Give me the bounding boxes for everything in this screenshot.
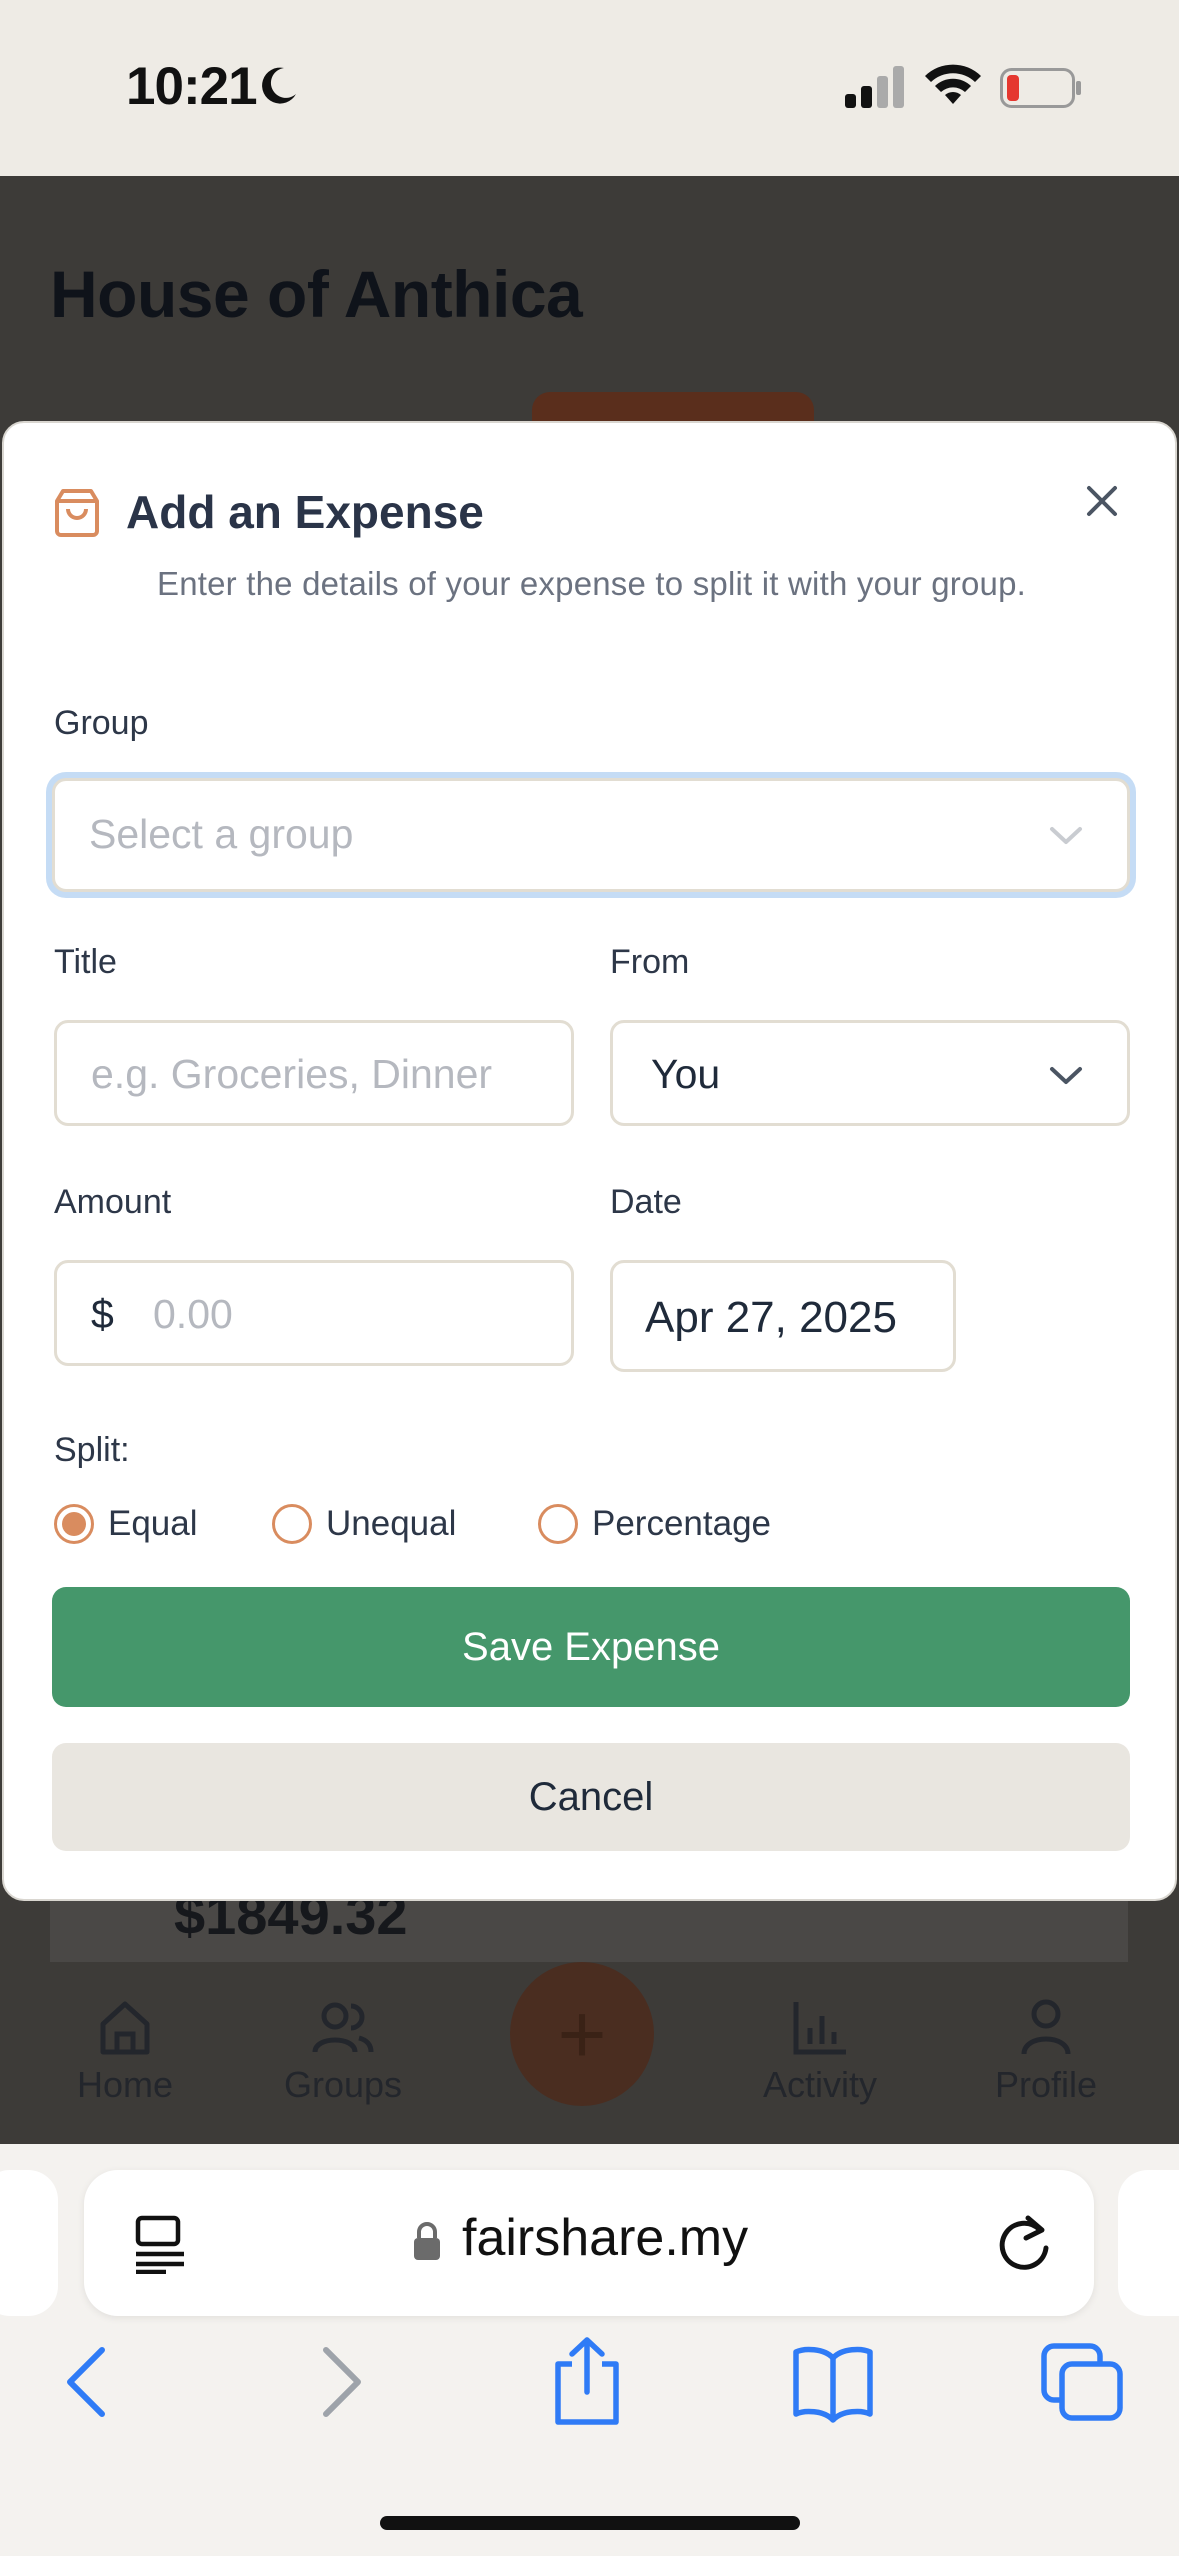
status-bar: 10:21 [0,0,1179,176]
split-option-unequal[interactable]: Unequal [272,1504,456,1544]
shopping-bag-icon [55,489,99,537]
nav-item-activity: Activity [752,1998,888,2106]
close-button[interactable] [1074,473,1130,529]
radio-selected-icon [54,1504,94,1544]
dialog-subtitle: Enter the details of your expense to spl… [156,565,1027,602]
wifi-icon [925,64,981,104]
battery-icon [1000,68,1081,108]
date-label: Date [610,1183,682,1221]
amount-label: Amount [54,1183,172,1221]
add-expense-dialog: Add an Expense Enter the details of your… [2,421,1177,1901]
users-icon [312,2002,374,2053]
user-icon [1021,1999,1071,2055]
forward-icon[interactable] [298,2340,384,2424]
title-input[interactable]: e.g. Groceries, Dinner [54,1020,574,1126]
nav-label-home: Home [76,2064,174,2105]
previous-tab[interactable] [0,2170,58,2316]
amount-input[interactable]: $ 0.00 [54,1260,574,1366]
bookmarks-icon[interactable] [790,2340,876,2424]
home-indicator [380,2516,800,2530]
currency-symbol: $ [91,1291,114,1337]
background-add-button: + [510,1962,654,2106]
split-option-equal[interactable]: Equal [54,1504,198,1544]
amount-input-placeholder: 0.00 [153,1291,233,1337]
split-option-unequal-label: Unequal [326,1504,457,1543]
dialog-title: Add an Expense [126,486,484,538]
date-input-value: Apr 27, 2025 [645,1293,897,1342]
background-page-title: House of Anthica [50,257,583,331]
from-label: From [610,943,690,981]
chevron-down-icon [1050,1067,1082,1084]
title-input-placeholder: e.g. Groceries, Dinner [91,1051,493,1097]
cellular-signal-icon [845,66,904,108]
title-label: Title [54,943,117,981]
bar-chart-icon [793,2002,846,2055]
nav-label-groups: Groups [283,2064,403,2105]
group-label: Group [54,704,149,742]
chevron-down-icon [1050,827,1082,844]
split-option-percentage-label: Percentage [592,1504,772,1543]
reader-mode-icon[interactable] [132,2214,188,2274]
nav-label-profile: Profile [994,2064,1098,2105]
from-select[interactable]: You [610,1020,1130,1126]
lock-icon [414,2222,440,2260]
group-select-placeholder: Select a group [89,811,354,857]
share-icon[interactable] [544,2334,630,2426]
url-text: fairshare.my [462,2209,749,2267]
split-label: Split: [54,1431,130,1469]
radio-unselected-icon [538,1504,578,1544]
status-time: 10:21 [126,57,258,116]
reload-icon[interactable] [994,2212,1054,2274]
back-icon[interactable] [44,2340,130,2424]
cancel-button[interactable]: Cancel [52,1743,1130,1851]
next-tab[interactable] [1118,2170,1179,2316]
nav-label-activity: Activity [762,2064,877,2105]
address-bar[interactable]: fairshare.my [84,2170,1094,2316]
nav-item-home: Home [64,1998,186,2106]
save-expense-button[interactable]: Save Expense [52,1587,1130,1707]
close-icon [1087,486,1117,516]
nav-item-groups: Groups [278,1998,408,2106]
date-input[interactable]: Apr 27, 2025 [610,1260,956,1372]
home-icon [100,2001,150,2055]
split-option-percentage[interactable]: Percentage [538,1504,771,1544]
background-bottom-nav: Home Groups + Activity Profile [0,1962,1179,2144]
split-option-equal-label: Equal [108,1504,198,1543]
moon-icon [262,67,296,104]
nav-item-profile: Profile [986,1998,1106,2106]
group-select[interactable]: Select a group [52,778,1130,892]
from-select-value: You [651,1051,721,1097]
tabs-icon[interactable] [1040,2340,1126,2424]
radio-unselected-icon [272,1504,312,1544]
